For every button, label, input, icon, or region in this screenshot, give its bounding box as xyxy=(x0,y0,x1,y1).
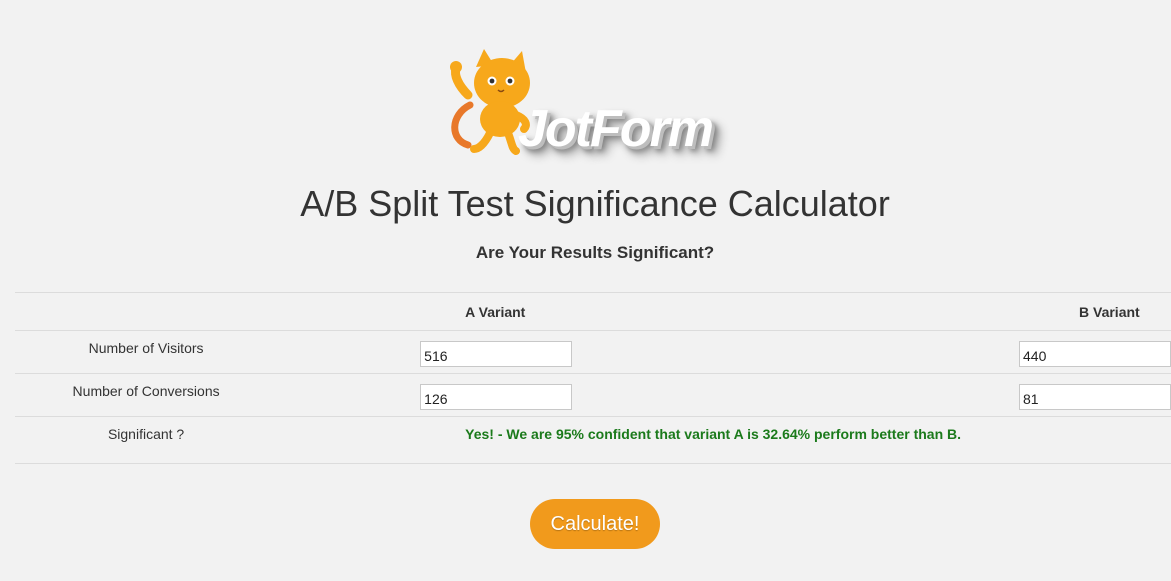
visitors-a-input[interactable] xyxy=(420,341,573,367)
jotform-logo: JotForm xyxy=(440,45,760,160)
visitors-label: Number of Visitors xyxy=(15,326,278,370)
visitors-b-input[interactable] xyxy=(1019,341,1171,367)
conversions-label: Number of Conversions xyxy=(15,369,278,413)
calculate-button[interactable]: Calculate! xyxy=(530,499,660,549)
table-header-row: A Variant B Variant xyxy=(15,292,1171,331)
visitors-b-cell xyxy=(874,330,1171,374)
calculator-table: A Variant B Variant Number of Visitors N… xyxy=(15,292,1171,464)
conversions-b-input[interactable] xyxy=(1019,384,1171,410)
header-b-variant: B Variant xyxy=(874,292,1171,331)
page-subtitle: Are Your Results Significant? xyxy=(475,243,715,262)
significant-label: Significant ? xyxy=(15,410,278,458)
table-row-visitors: Number of Visitors xyxy=(15,326,1171,374)
page-title: A/B Split Test Significance Calculator xyxy=(300,183,890,224)
conversions-a-input[interactable] xyxy=(420,384,573,410)
significance-result: Yes! - We are 95% confident that variant… xyxy=(277,410,1171,458)
logo-wordmark: JotForm xyxy=(518,100,714,158)
header-empty-cell xyxy=(15,292,278,331)
page: JotForm A/B Split Test Significance Calc… xyxy=(0,0,1171,581)
table-row-significant: Significant ? Yes! - We are 95% confiden… xyxy=(15,410,1171,464)
visitors-a-cell xyxy=(277,330,874,374)
header-a-variant: A Variant xyxy=(277,292,874,331)
